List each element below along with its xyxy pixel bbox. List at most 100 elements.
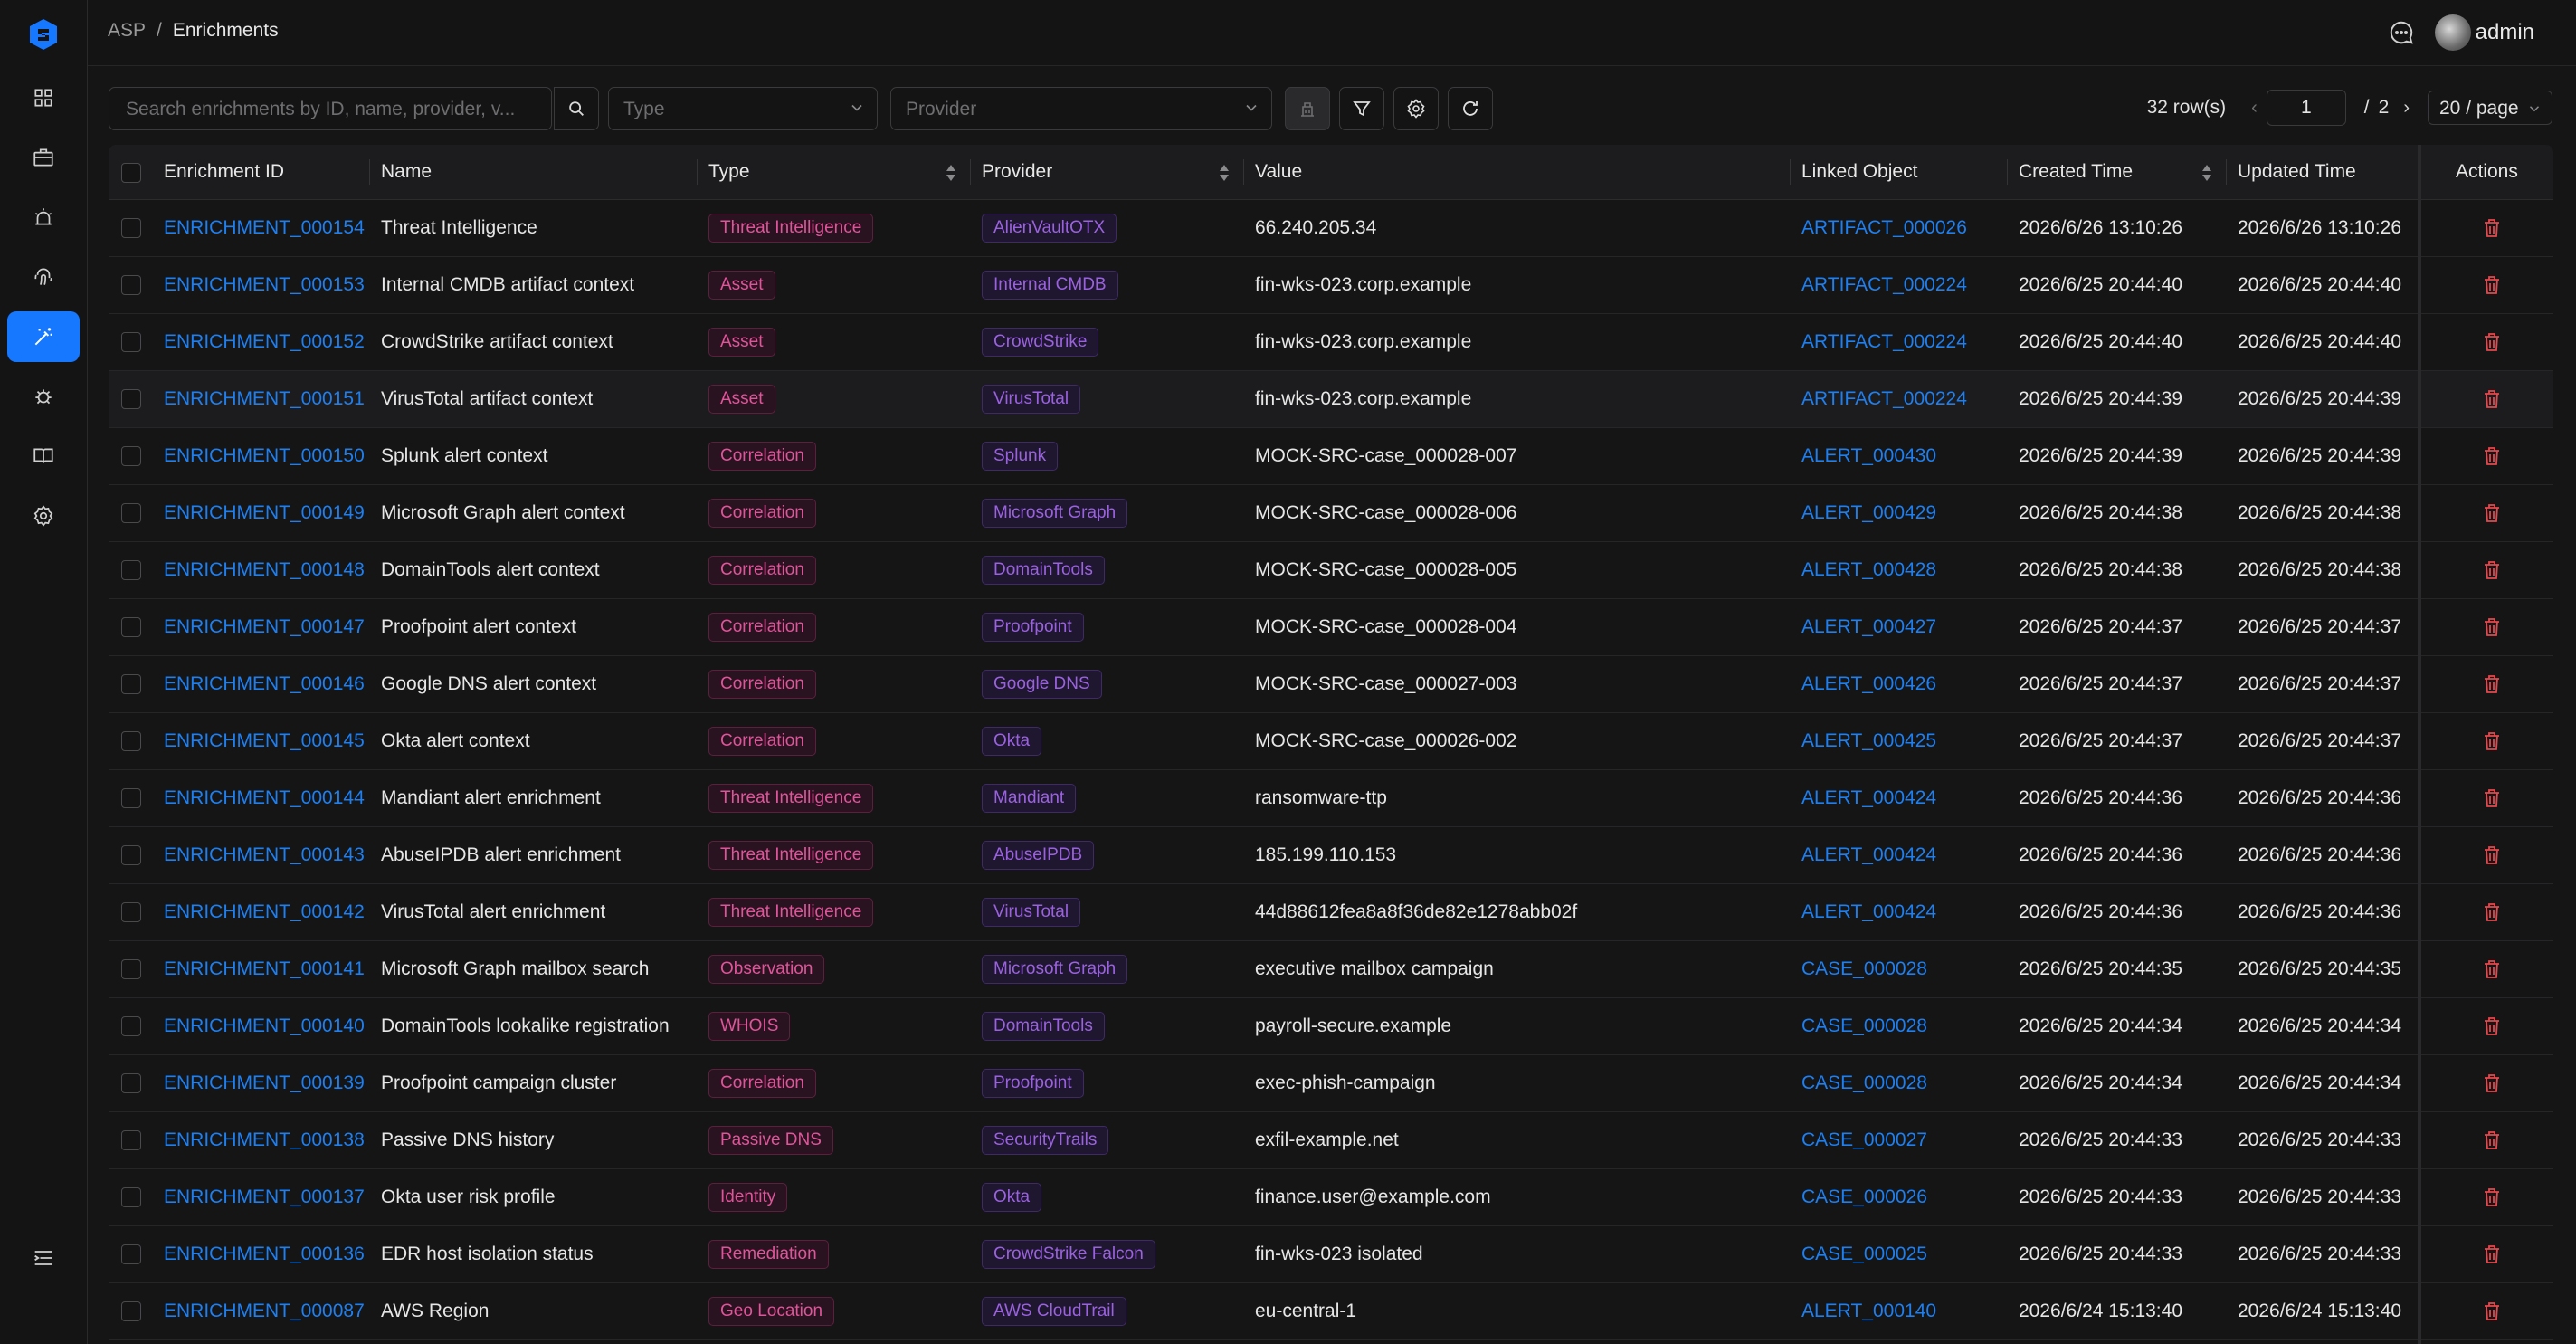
type-select[interactable]: Type bbox=[608, 87, 878, 130]
enrichment-id-link[interactable]: ENRICHMENT_000148 bbox=[164, 542, 372, 598]
sidebar-item-enrichments[interactable] bbox=[7, 311, 80, 362]
delete-icon[interactable] bbox=[2482, 787, 2502, 809]
table-row[interactable]: ENRICHMENT_000142 VirusTotal alert enric… bbox=[109, 884, 2553, 941]
row-checkbox[interactable] bbox=[121, 1187, 141, 1207]
next-page-icon[interactable]: › bbox=[2403, 98, 2410, 119]
table-row[interactable]: ENRICHMENT_000137 Okta user risk profile… bbox=[109, 1169, 2553, 1226]
avatar[interactable] bbox=[2435, 14, 2471, 51]
sidebar-item-dashboard[interactable] bbox=[7, 72, 80, 123]
collapse-menu-icon[interactable] bbox=[31, 1245, 56, 1271]
linked-object-link[interactable]: ALERT_000424 bbox=[1801, 827, 2005, 883]
delete-icon[interactable] bbox=[2482, 1015, 2502, 1037]
row-checkbox[interactable] bbox=[121, 1016, 141, 1036]
table-row[interactable]: ENRICHMENT_000145 Okta alert context Cor… bbox=[109, 713, 2553, 770]
column-header-type[interactable]: Type bbox=[708, 145, 750, 199]
row-checkbox[interactable] bbox=[121, 560, 141, 580]
delete-icon[interactable] bbox=[2482, 1187, 2502, 1208]
delete-icon[interactable] bbox=[2482, 673, 2502, 695]
linked-object-link[interactable]: ALERT_000428 bbox=[1801, 542, 2005, 598]
enrichment-id-link[interactable]: ENRICHMENT_000087 bbox=[164, 1283, 372, 1339]
table-row[interactable]: ENRICHMENT_000139 Proofpoint campaign cl… bbox=[109, 1055, 2553, 1112]
enrichment-id-link[interactable]: ENRICHMENT_000154 bbox=[164, 200, 372, 256]
row-checkbox[interactable] bbox=[121, 674, 141, 694]
delete-icon[interactable] bbox=[2482, 1072, 2502, 1094]
delete-icon[interactable] bbox=[2482, 445, 2502, 467]
prev-page-icon[interactable]: ‹ bbox=[2251, 98, 2258, 119]
row-checkbox[interactable] bbox=[121, 617, 141, 637]
enrichment-id-link[interactable]: ENRICHMENT_000136 bbox=[164, 1226, 372, 1282]
delete-icon[interactable] bbox=[2482, 502, 2502, 524]
table-row[interactable]: ENRICHMENT_000144 Mandiant alert enrichm… bbox=[109, 770, 2553, 827]
sort-icon[interactable] bbox=[1219, 163, 1230, 183]
table-row[interactable]: ENRICHMENT_000141 Microsoft Graph mailbo… bbox=[109, 941, 2553, 998]
table-row[interactable]: ENRICHMENT_000140 DomainTools lookalike … bbox=[109, 998, 2553, 1055]
delete-icon[interactable] bbox=[2482, 388, 2502, 410]
enrichment-id-link[interactable]: ENRICHMENT_000147 bbox=[164, 599, 372, 655]
enrichment-id-link[interactable]: ENRICHMENT_000145 bbox=[164, 713, 372, 769]
row-checkbox[interactable] bbox=[121, 1073, 141, 1093]
row-checkbox[interactable] bbox=[121, 332, 141, 352]
row-checkbox[interactable] bbox=[121, 788, 141, 808]
enrichment-id-link[interactable]: ENRICHMENT_000139 bbox=[164, 1055, 372, 1111]
sort-icon[interactable] bbox=[2201, 163, 2212, 183]
delete-icon[interactable] bbox=[2482, 331, 2502, 353]
linked-object-link[interactable]: CASE_000025 bbox=[1801, 1226, 2005, 1282]
linked-object-link[interactable]: CASE_000028 bbox=[1801, 1055, 2005, 1111]
filter-button[interactable] bbox=[1339, 87, 1384, 130]
delete-icon[interactable] bbox=[2482, 1301, 2502, 1322]
delete-icon[interactable] bbox=[2482, 1130, 2502, 1151]
username[interactable]: admin bbox=[2476, 20, 2534, 45]
table-row[interactable]: ENRICHMENT_000147 Proofpoint alert conte… bbox=[109, 599, 2553, 656]
linked-object-link[interactable]: CASE_000027 bbox=[1801, 1112, 2005, 1168]
delete-icon[interactable] bbox=[2482, 559, 2502, 581]
enrichment-id-link[interactable]: ENRICHMENT_000140 bbox=[164, 998, 372, 1054]
page-size-select[interactable]: 20 / page bbox=[2428, 91, 2552, 125]
linked-object-link[interactable]: CASE_000026 bbox=[1801, 1169, 2005, 1225]
enrichment-id-link[interactable]: ENRICHMENT_000144 bbox=[164, 770, 372, 826]
enrichment-id-link[interactable]: ENRICHMENT_000143 bbox=[164, 827, 372, 883]
linked-object-link[interactable]: ARTIFACT_000224 bbox=[1801, 314, 2005, 370]
table-row[interactable]: ENRICHMENT_000151 VirusTotal artifact co… bbox=[109, 371, 2553, 428]
table-row[interactable]: ENRICHMENT_000154 Threat Intelligence Th… bbox=[109, 200, 2553, 257]
delete-icon[interactable] bbox=[2482, 217, 2502, 239]
enrichment-id-link[interactable]: ENRICHMENT_000146 bbox=[164, 656, 372, 712]
linked-object-link[interactable]: ALERT_000140 bbox=[1801, 1283, 2005, 1339]
column-settings-button[interactable] bbox=[1393, 87, 1439, 130]
bulk-delete-button[interactable] bbox=[1285, 87, 1330, 130]
sidebar-item-artifacts[interactable] bbox=[7, 252, 80, 302]
chat-icon[interactable] bbox=[2388, 19, 2415, 46]
delete-icon[interactable] bbox=[2482, 730, 2502, 752]
delete-icon[interactable] bbox=[2482, 616, 2502, 638]
column-header-created[interactable]: Created Time bbox=[2019, 145, 2133, 199]
search-input[interactable] bbox=[124, 88, 526, 131]
enrichment-id-link[interactable]: ENRICHMENT_000142 bbox=[164, 884, 372, 940]
enrichment-id-link[interactable]: ENRICHMENT_000151 bbox=[164, 371, 372, 427]
provider-select[interactable]: Provider bbox=[890, 87, 1272, 130]
enrichment-id-link[interactable]: ENRICHMENT_000152 bbox=[164, 314, 372, 370]
linked-object-link[interactable]: ARTIFACT_000224 bbox=[1801, 371, 2005, 427]
table-row[interactable]: ENRICHMENT_000150 Splunk alert context C… bbox=[109, 428, 2553, 485]
table-row[interactable]: ENRICHMENT_000152 CrowdStrike artifact c… bbox=[109, 314, 2553, 371]
enrichment-id-link[interactable]: ENRICHMENT_000141 bbox=[164, 941, 372, 997]
row-checkbox[interactable] bbox=[121, 446, 141, 466]
delete-icon[interactable] bbox=[2482, 901, 2502, 923]
row-checkbox[interactable] bbox=[121, 902, 141, 922]
linked-object-link[interactable]: CASE_000028 bbox=[1801, 941, 2005, 997]
table-row[interactable]: ENRICHMENT_000143 AbuseIPDB alert enrich… bbox=[109, 827, 2553, 884]
linked-object-link[interactable]: ARTIFACT_000026 bbox=[1801, 200, 2005, 256]
breadcrumb-root[interactable]: ASP bbox=[108, 20, 146, 42]
linked-object-link[interactable]: ALERT_000427 bbox=[1801, 599, 2005, 655]
row-checkbox[interactable] bbox=[121, 1301, 141, 1321]
page-number-input[interactable]: 1 bbox=[2266, 90, 2346, 126]
linked-object-link[interactable]: CASE_000028 bbox=[1801, 998, 2005, 1054]
delete-icon[interactable] bbox=[2482, 1244, 2502, 1265]
delete-icon[interactable] bbox=[2482, 958, 2502, 980]
row-checkbox[interactable] bbox=[121, 275, 141, 295]
linked-object-link[interactable]: ALERT_000424 bbox=[1801, 770, 2005, 826]
sidebar-item-alerts[interactable] bbox=[7, 192, 80, 243]
select-all-checkbox[interactable] bbox=[121, 163, 141, 183]
table-row[interactable]: ENRICHMENT_000148 DomainTools alert cont… bbox=[109, 542, 2553, 599]
row-checkbox[interactable] bbox=[121, 1130, 141, 1150]
linked-object-link[interactable]: ALERT_000424 bbox=[1801, 884, 2005, 940]
row-checkbox[interactable] bbox=[121, 959, 141, 979]
